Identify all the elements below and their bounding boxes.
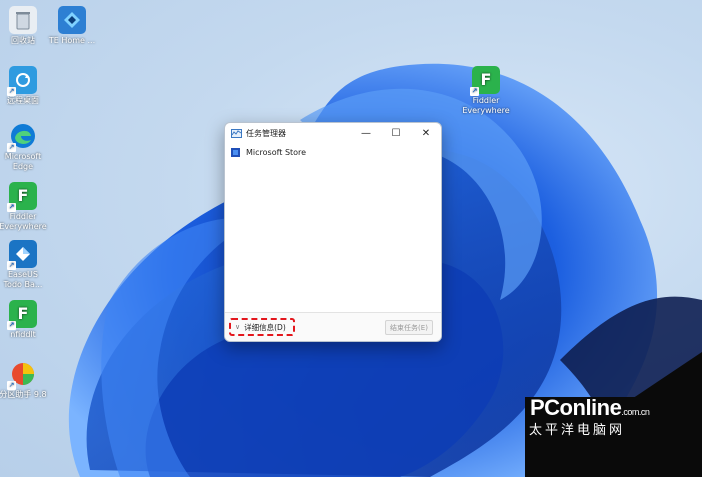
title-bar[interactable]: 任务管理器 — ☐ ✕: [225, 123, 441, 143]
fiddler-icon: F ↗: [470, 66, 500, 96]
shortcut-arrow-icon: ↗: [470, 87, 479, 96]
watermark-chinese: 太平洋电脑网: [529, 423, 626, 438]
desktop-icon-edge[interactable]: ↗ Microsoft Edge: [0, 122, 51, 172]
close-button[interactable]: ✕: [411, 123, 441, 143]
shortcut-arrow-icon: ↗: [7, 321, 16, 330]
microsoft-store-icon: [231, 147, 240, 157]
chevron-down-icon: ∨: [235, 323, 241, 331]
watermark-brand: PConline: [530, 395, 622, 420]
app-name: Microsoft Store: [246, 147, 307, 157]
watermark-logo: PConline.com.cn: [525, 395, 702, 421]
more-details-label: 详细信息(D): [244, 322, 286, 332]
desktop-icon-easeus[interactable]: ↗ EaseUS Todo Ba...: [0, 240, 51, 290]
desktop-icon-partition-assistant[interactable]: ↗ 分区助手 9.8: [0, 360, 51, 400]
more-details-button[interactable]: ∨ 详细信息(D): [229, 318, 295, 336]
sync-app-icon: ↗: [7, 66, 37, 96]
window-title: 任务管理器: [246, 128, 286, 138]
partition-assistant-icon: ↗: [7, 360, 37, 390]
edge-icon: ↗: [7, 122, 37, 152]
desktop-icon-nfiddlt[interactable]: F ↗ nfiddlt: [0, 300, 51, 340]
desktop-icon-fiddler-everywhere[interactable]: F ↗ Fiddler Everywhere: [458, 66, 514, 116]
desktop-icon-label: 远程桌面: [7, 96, 39, 105]
maximize-button[interactable]: ☐: [381, 123, 411, 143]
desktop-icon-label: 分区助手 9.8: [0, 390, 47, 399]
end-task-button[interactable]: 结束任务(E): [385, 320, 433, 335]
desktop-icon-label: Microsoft Edge: [4, 152, 42, 171]
desktop-icon-remote-desktop[interactable]: ↗ 远程桌面: [0, 66, 51, 106]
desktop-icon-fiddler[interactable]: F ↗ Fiddler Everywhere: [0, 182, 51, 232]
watermark: PConline.com.cn 太平洋电脑网: [525, 395, 702, 438]
watermark-domain: .com.cn: [621, 407, 650, 417]
shortcut-arrow-icon: ↗: [7, 143, 16, 152]
desktop-icon-label: EaseUS Todo Ba...: [3, 270, 43, 289]
desktop-icon-te-home[interactable]: TE Home ...: [44, 6, 100, 46]
task-manager-footer: ∨ 详细信息(D) 结束任务(E): [225, 312, 441, 341]
shortcut-arrow-icon: ↗: [7, 261, 16, 270]
recycle-bin-icon: [9, 6, 37, 34]
easeus-icon: ↗: [7, 240, 37, 270]
fiddler-icon: F ↗: [7, 182, 37, 212]
task-manager-window[interactable]: 任务管理器 — ☐ ✕ Microsoft Store ∨ 详细信息(D) 结束…: [224, 122, 442, 342]
desktop-icon-label: Fiddler Everywhere: [462, 96, 510, 115]
app-list-item[interactable]: Microsoft Store: [225, 145, 441, 159]
desktop-icon-label: Fiddler Everywhere: [0, 212, 47, 231]
fiddler-icon: F ↗: [7, 300, 37, 330]
te-home-icon: [58, 6, 86, 34]
desktop-icon-label: nfiddlt: [10, 330, 36, 339]
shortcut-arrow-icon: ↗: [7, 87, 16, 96]
minimize-button[interactable]: —: [351, 123, 381, 143]
desktop-icon-label: TE Home ...: [48, 36, 96, 45]
shortcut-arrow-icon: ↗: [7, 203, 16, 212]
shortcut-arrow-icon: ↗: [7, 381, 16, 390]
task-manager-icon: [231, 128, 242, 138]
